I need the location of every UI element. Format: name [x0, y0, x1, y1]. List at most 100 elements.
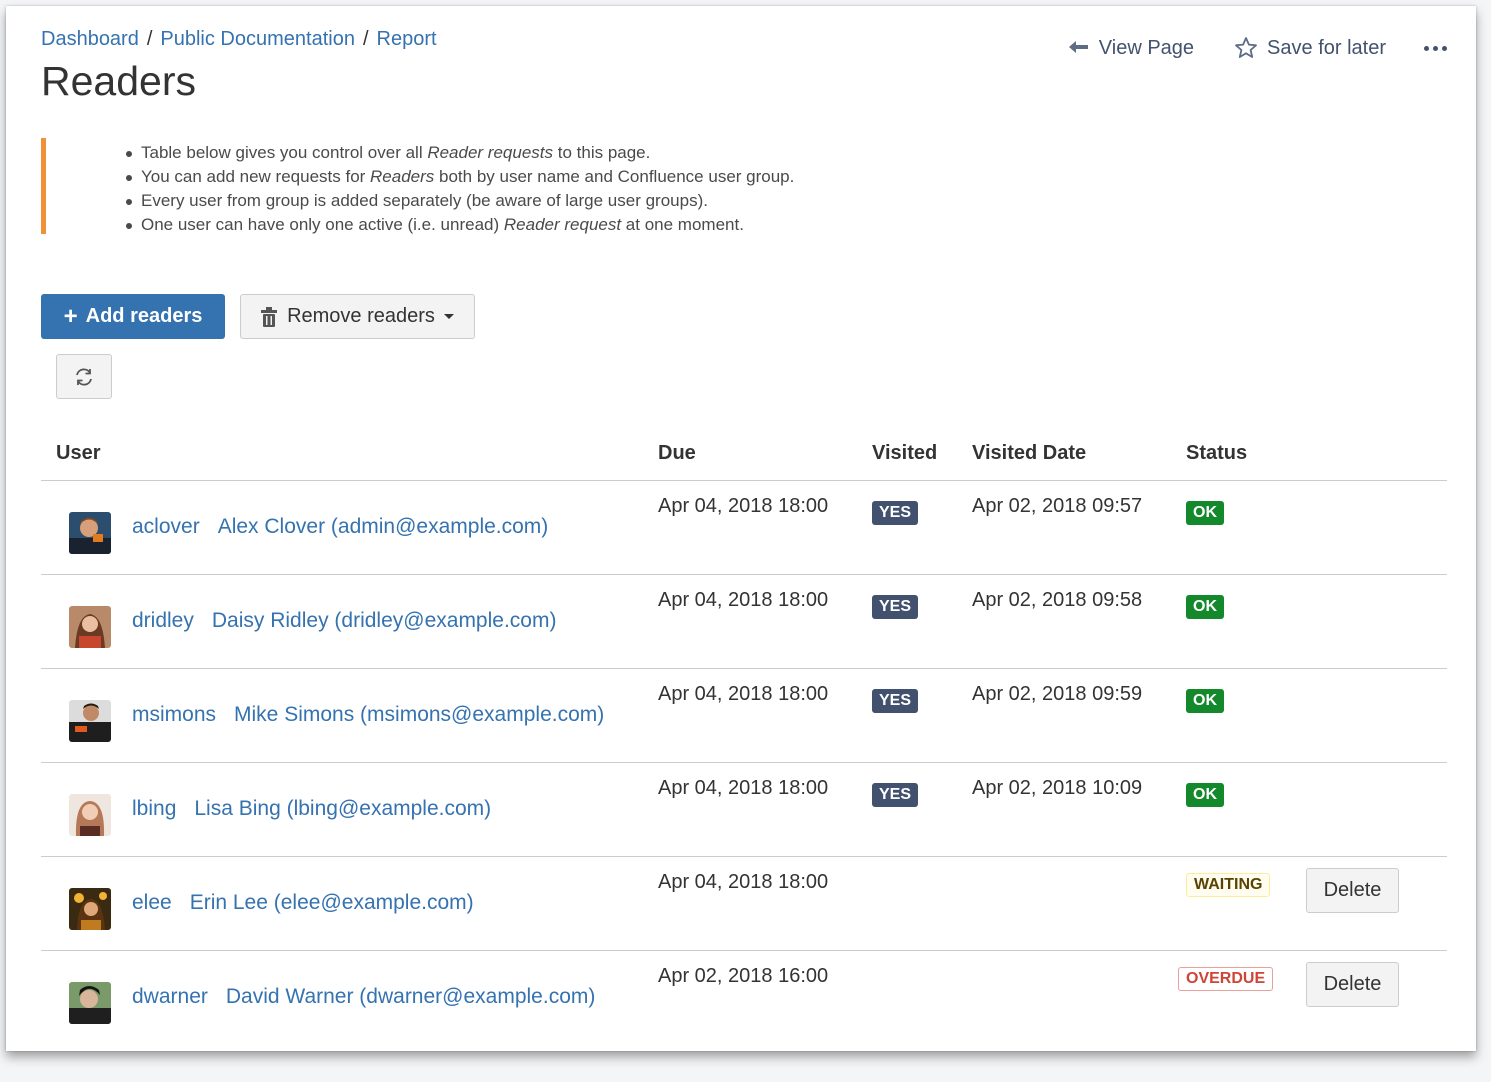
- trash-icon: [261, 306, 278, 327]
- page-title: Readers: [41, 58, 196, 104]
- status-badge: OK: [1186, 501, 1224, 525]
- due-date: Apr 04, 2018 18:00: [658, 589, 829, 611]
- status-badge: OK: [1186, 783, 1224, 807]
- user-cell: msimons Mike Simons (msimons@example.com): [132, 703, 604, 727]
- info-item: You can add new requests for Readers bot…: [126, 165, 794, 189]
- info-item: Table below gives you control over all R…: [126, 141, 794, 165]
- table-row: elee Erin Lee (elee@example.com) Apr 04, …: [41, 857, 1447, 951]
- add-readers-button[interactable]: + Add readers: [41, 294, 225, 339]
- visited-date: Apr 02, 2018 09:59: [972, 683, 1143, 705]
- user-fullname-link[interactable]: Mike Simons (msimons@example.com): [234, 703, 604, 726]
- due-date: Apr 04, 2018 18:00: [658, 495, 829, 517]
- delete-button[interactable]: Delete: [1306, 868, 1399, 913]
- visited-date: Apr 02, 2018 09:58: [972, 589, 1143, 611]
- status-badge: WAITING: [1186, 873, 1271, 897]
- user-fullname-link[interactable]: Lisa Bing (lbing@example.com): [194, 797, 491, 820]
- content: Dashboard / Public Documentation / Report Re…: [41, 6, 1447, 1051]
- save-for-later-label: Save for later: [1267, 36, 1386, 59]
- remove-readers-label: Remove readers: [287, 305, 435, 327]
- breadcrumb-separator: /: [146, 28, 153, 50]
- user-cell: aclover Alex Clover (admin@example.com): [132, 515, 548, 539]
- avatar: [69, 982, 111, 1024]
- breadcrumb-report[interactable]: Report: [377, 28, 437, 50]
- avatar: [69, 606, 111, 648]
- avatar: [69, 700, 111, 742]
- info-list: Table below gives you control over all R…: [126, 141, 794, 237]
- info-panel: Table below gives you control over all R…: [41, 138, 946, 234]
- avatar: [69, 888, 111, 930]
- username-link[interactable]: lbing: [132, 797, 176, 820]
- plus-icon: +: [63, 302, 78, 330]
- visited-badge-cell: YES: [872, 783, 919, 807]
- username-link[interactable]: aclover: [132, 515, 200, 538]
- status-badge: OK: [1186, 595, 1224, 619]
- status-cell: OK: [1186, 595, 1224, 619]
- visited-badge: YES: [872, 783, 919, 807]
- user-fullname-link[interactable]: Alex Clover (admin@example.com): [218, 515, 549, 538]
- user-fullname-link[interactable]: David Warner (dwarner@example.com): [226, 985, 595, 1008]
- status-cell: OVERDUE: [1178, 967, 1274, 991]
- breadcrumb-separator: /: [362, 28, 369, 50]
- username-link[interactable]: elee: [132, 891, 172, 914]
- header-status: Status: [1186, 442, 1248, 464]
- status-badge: OK: [1186, 689, 1224, 713]
- status-cell: WAITING: [1186, 873, 1271, 897]
- status-cell: OK: [1186, 689, 1224, 713]
- status-cell: OK: [1186, 783, 1224, 807]
- back-arrow-icon: [1068, 41, 1088, 53]
- user-cell: dridley Daisy Ridley (dridley@example.com…: [132, 609, 556, 633]
- table-row: dridley Daisy Ridley (dridley@example.com…: [41, 575, 1447, 669]
- due-date: Apr 04, 2018 18:00: [658, 871, 829, 893]
- chevron-down-icon: [443, 314, 454, 319]
- table-header: User Due Visited Visited Date Status: [41, 442, 1447, 481]
- star-icon: [1235, 37, 1257, 58]
- remove-readers-dropdown[interactable]: Remove readers: [240, 294, 475, 339]
- due-date: Apr 04, 2018 18:00: [658, 777, 829, 799]
- refresh-button[interactable]: [56, 354, 112, 399]
- view-page-label: View Page: [1098, 36, 1195, 59]
- avatar: [69, 512, 111, 554]
- avatar: [69, 794, 111, 836]
- header-visited-date: Visited Date: [972, 442, 1087, 464]
- breadcrumb-dashboard[interactable]: Dashboard: [41, 28, 139, 50]
- username-link[interactable]: dwarner: [132, 985, 208, 1008]
- visited-badge-cell: YES: [872, 689, 919, 713]
- table-row: dwarner David Warner (dwarner@example.com…: [41, 951, 1447, 1044]
- user-fullname-link[interactable]: Erin Lee (elee@example.com): [190, 891, 474, 914]
- breadcrumb-public-documentation[interactable]: Public Documentation: [160, 28, 355, 50]
- status-badge: OVERDUE: [1178, 967, 1274, 991]
- page-actions: View Page Save for later: [1028, 36, 1447, 60]
- page-frame: Dashboard / Public Documentation / Report Re…: [6, 6, 1476, 1051]
- due-date: Apr 02, 2018 16:00: [658, 965, 829, 987]
- user-cell: elee Erin Lee (elee@example.com): [132, 891, 474, 915]
- visited-date: Apr 02, 2018 10:09: [972, 777, 1143, 799]
- visited-badge-cell: YES: [872, 501, 919, 525]
- breadcrumb: Dashboard / Public Documentation / Report: [41, 28, 437, 51]
- user-fullname-link[interactable]: Daisy Ridley (dridley@example.com): [212, 609, 557, 632]
- user-cell: dwarner David Warner (dwarner@example.com…: [132, 985, 595, 1009]
- refresh-icon: [76, 368, 92, 385]
- status-cell: OK: [1186, 501, 1224, 525]
- table-row: msimons Mike Simons (msimons@example.com)…: [41, 669, 1447, 763]
- user-cell: lbing Lisa Bing (lbing@example.com): [132, 797, 491, 821]
- info-item: Every user from group is added separatel…: [126, 189, 794, 213]
- visited-badge: YES: [872, 595, 919, 619]
- more-actions-icon[interactable]: [1424, 45, 1447, 51]
- header-user: User: [56, 442, 101, 464]
- username-link[interactable]: dridley: [132, 609, 194, 632]
- view-page-button[interactable]: View Page: [1068, 37, 1194, 60]
- visited-date: Apr 02, 2018 09:57: [972, 495, 1143, 517]
- username-link[interactable]: msimons: [132, 703, 216, 726]
- header-due: Due: [658, 442, 696, 464]
- add-readers-label: Add readers: [85, 305, 203, 327]
- visited-badge: YES: [872, 501, 919, 525]
- table-row: lbing Lisa Bing (lbing@example.com) Apr 0…: [41, 763, 1447, 857]
- save-for-later-button[interactable]: Save for later: [1234, 36, 1386, 60]
- readers-table-body: aclover Alex Clover (admin@example.com) A…: [41, 481, 1447, 1044]
- visited-badge: YES: [872, 689, 919, 713]
- table-row: aclover Alex Clover (admin@example.com) A…: [41, 481, 1447, 575]
- delete-button[interactable]: Delete: [1306, 962, 1399, 1007]
- header-visited: Visited: [872, 442, 938, 464]
- due-date: Apr 04, 2018 18:00: [658, 683, 829, 705]
- info-item: One user can have only one active (i.e. …: [126, 213, 794, 237]
